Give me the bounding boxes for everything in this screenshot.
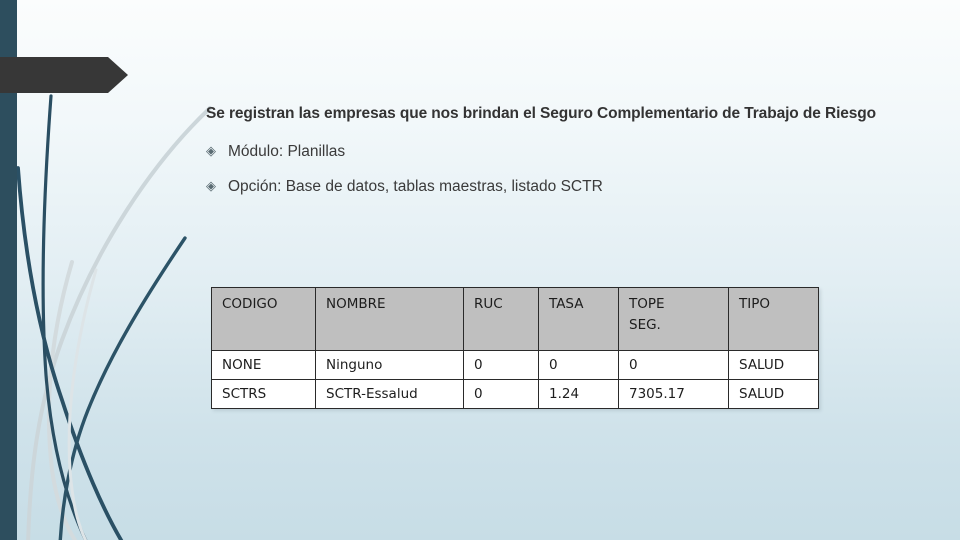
table-row: SCTRS SCTR-Essalud 0 1.24 7305.17 SALUD (211, 379, 819, 410)
swoosh-dark-2 (16, 166, 124, 540)
cell-tasa: 1.24 (538, 379, 619, 410)
column-header-tipo: TIPO (728, 287, 819, 351)
cell-nombre: SCTR-Essalud (315, 379, 464, 410)
slide-canvas: Se registran las empresas que nos brinda… (0, 0, 960, 540)
cell-ruc: 0 (463, 379, 539, 410)
cell-tipo: SALUD (728, 379, 819, 410)
cell-nombre: Ninguno (315, 349, 464, 381)
cell-tope: 0 (618, 349, 729, 381)
slide-content: Se registran las empresas que nos brinda… (206, 103, 906, 213)
sctr-table: CODIGO NOMBRE RUC TASA TOPE SEG. TIPO NO… (211, 287, 819, 410)
cell-codigo: SCTRS (211, 379, 316, 410)
swoosh-light-1 (26, 106, 212, 540)
decorative-swoosh-lines (16, 94, 212, 540)
list-item-label: Opción: Base de datos, tablas maestras, … (228, 178, 603, 196)
sctr-table-container: CODIGO NOMBRE RUC TASA TOPE SEG. TIPO NO… (211, 287, 819, 410)
arrow-banner-shape (0, 57, 128, 93)
table-row: NONE Ninguno 0 0 0 SALUD (211, 349, 819, 381)
diamond-bullet-icon: ◈ (206, 178, 216, 194)
swoosh-dark-1 (41, 94, 88, 540)
swoosh-light-2 (46, 260, 78, 540)
cell-codigo: NONE (211, 349, 316, 381)
swoosh-light-3 (67, 268, 98, 540)
diamond-bullet-icon: ◈ (206, 143, 216, 158)
cell-tope: 7305.17 (618, 379, 729, 410)
cell-ruc: 0 (463, 349, 539, 381)
column-header-tope-seg: TOPE SEG. (618, 287, 729, 351)
arrow-banner (0, 57, 128, 93)
column-header-tasa: TASA (538, 287, 619, 351)
list-item: ◈ Opción: Base de datos, tablas maestras… (206, 177, 906, 196)
column-header-nombre: NOMBRE (315, 287, 464, 351)
column-header-codigo: CODIGO (211, 287, 316, 351)
swoosh-dark-3 (58, 236, 187, 540)
column-header-ruc: RUC (463, 287, 539, 351)
bullet-list: ◈ Módulo: Planillas ◈ Opción: Base de da… (206, 142, 906, 197)
list-item: ◈ Módulo: Planillas (206, 142, 906, 161)
list-item-label: Módulo: Planillas (228, 143, 346, 160)
table-header-row: CODIGO NOMBRE RUC TASA TOPE SEG. TIPO (211, 287, 819, 351)
page-title: Se registran las empresas que nos brinda… (206, 105, 877, 122)
cell-tasa: 0 (538, 349, 619, 381)
table-header: CODIGO NOMBRE RUC TASA TOPE SEG. TIPO (211, 287, 819, 351)
cell-tipo: SALUD (728, 349, 819, 381)
table-body: NONE Ninguno 0 0 0 SALUD SCTRS SCTR-Essa… (211, 349, 819, 410)
